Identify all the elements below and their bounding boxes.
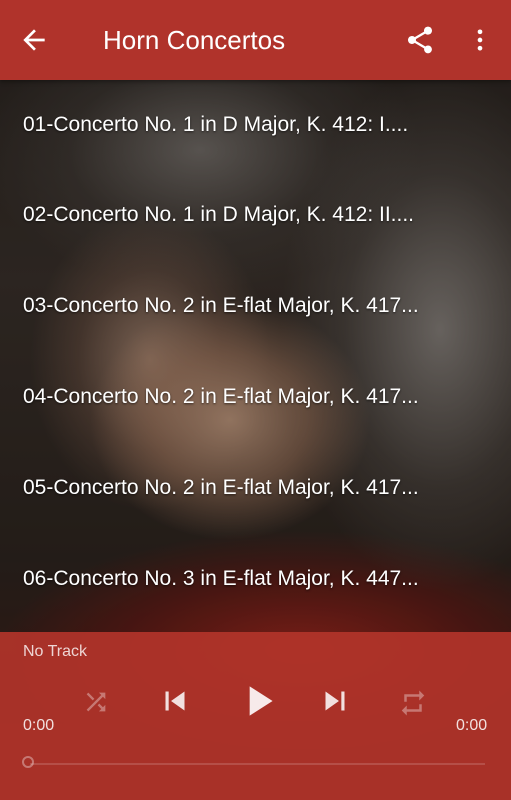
- elapsed-time: 0:00: [23, 717, 55, 734]
- page-title: Horn Concertos: [103, 25, 286, 55]
- track-title: 03-Concerto No. 2 in E-flat Major, K. 41…: [23, 294, 419, 317]
- track-title: 04-Concerto No. 2 in E-flat Major, K. 41…: [23, 385, 419, 408]
- skip-next-icon[interactable]: [316, 682, 354, 720]
- share-icon[interactable]: [404, 24, 436, 56]
- arrow-back-icon[interactable]: [18, 24, 50, 56]
- track-item[interactable]: 04-Concerto No. 2 in E-flat Major, K. 41…: [0, 352, 511, 442]
- seek-bar-track: [30, 763, 485, 765]
- play-icon[interactable]: [233, 676, 283, 726]
- player-panel: No Track 0:00 0:00: [0, 632, 511, 800]
- track-title: 06-Concerto No. 3 in E-flat Major, K. 44…: [23, 567, 419, 590]
- track-item[interactable]: 05-Concerto No. 2 in E-flat Major, K. 41…: [0, 443, 511, 533]
- track-title: 01-Concerto No. 1 in D Major, K. 412: I.…: [23, 113, 409, 136]
- duration-time: 0:00: [456, 717, 488, 734]
- track-item[interactable]: 03-Concerto No. 2 in E-flat Major, K. 41…: [0, 261, 511, 351]
- seek-bar-thumb[interactable]: [22, 756, 34, 768]
- track-item[interactable]: 02-Concerto No. 1 in D Major, K. 412: II…: [0, 170, 511, 260]
- track-title: 02-Concerto No. 1 in D Major, K. 412: II…: [23, 203, 415, 226]
- shuffle-icon[interactable]: [82, 688, 110, 716]
- track-item[interactable]: 06-Concerto No. 3 in E-flat Major, K. 44…: [0, 534, 511, 624]
- track-list: 01-Concerto No. 1 in D Major, K. 412: I.…: [0, 80, 511, 632]
- repeat-icon[interactable]: [398, 688, 428, 718]
- track-title: 05-Concerto No. 2 in E-flat Major, K. 41…: [23, 476, 419, 499]
- app-bar: Horn Concertos: [0, 0, 511, 80]
- now-playing-label: No Track: [23, 643, 88, 660]
- track-item[interactable]: 01-Concerto No. 1 in D Major, K. 412: I.…: [0, 80, 511, 170]
- more-vert-icon[interactable]: [466, 24, 494, 56]
- seek-bar[interactable]: [22, 756, 489, 772]
- skip-previous-icon[interactable]: [156, 682, 194, 720]
